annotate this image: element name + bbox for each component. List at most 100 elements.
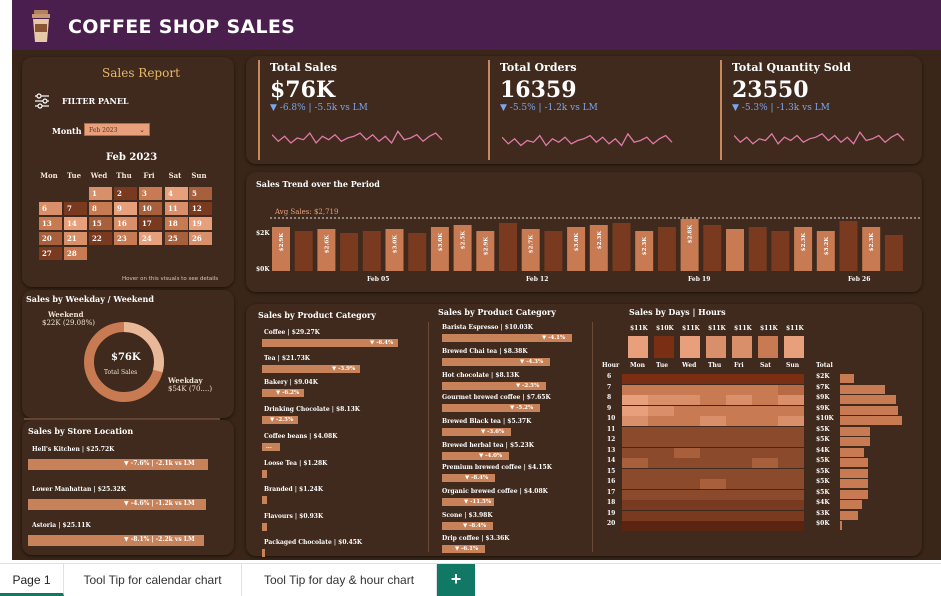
heatmap-cell[interactable]: [700, 468, 726, 479]
heatmap-cell[interactable]: [778, 489, 804, 500]
heatmap-cell[interactable]: [700, 384, 726, 395]
heatmap-cell[interactable]: [752, 405, 778, 416]
heatmap-cell[interactable]: [726, 489, 752, 500]
heatmap-cell[interactable]: [700, 521, 726, 531]
heatmap-total-bar[interactable]: [840, 416, 902, 425]
heatmap-cell[interactable]: [674, 458, 700, 468]
heatmap-total-bar[interactable]: [840, 426, 870, 436]
heatmap-cell[interactable]: [700, 395, 726, 405]
heatmap-cell[interactable]: [674, 479, 700, 489]
calendar-day-cell[interactable]: 4: [165, 187, 188, 200]
heatmap-total-bar[interactable]: [840, 437, 870, 446]
heatmap-cell[interactable]: [726, 374, 752, 384]
heatmap-cell[interactable]: [778, 510, 804, 521]
trend-bar[interactable]: [748, 227, 767, 271]
heatmap-cell[interactable]: [674, 468, 700, 479]
heatmap-cell[interactable]: [778, 374, 804, 384]
heatmap-cell[interactable]: [674, 489, 700, 500]
trend-bar[interactable]: [839, 221, 858, 271]
heatmap-cell[interactable]: [778, 500, 804, 510]
heatmap-total-bar[interactable]: [840, 479, 868, 488]
trend-bar[interactable]: [408, 233, 427, 271]
heatmap-cell[interactable]: [648, 437, 674, 447]
heatmap-cell[interactable]: [622, 426, 648, 437]
heatmap-cell[interactable]: [622, 500, 648, 510]
calendar-day-cell[interactable]: 14: [64, 217, 87, 230]
trend-bar[interactable]: [612, 223, 631, 271]
heatmap-cell[interactable]: [726, 384, 752, 395]
heatmap-total-bar[interactable]: [840, 489, 868, 499]
calendar-day-cell[interactable]: 21: [64, 232, 87, 245]
heatmap-cell[interactable]: [726, 468, 752, 479]
heatmap-cell[interactable]: [700, 374, 726, 384]
calendar-day-cell[interactable]: 20: [39, 232, 62, 245]
tab-calendar-tooltip[interactable]: Tool Tip for calendar chart: [64, 564, 242, 596]
heatmap-cell[interactable]: [700, 426, 726, 437]
category-bar[interactable]: [262, 496, 267, 504]
heatmap-total-bar[interactable]: [840, 458, 868, 467]
calendar-day-cell[interactable]: 8: [89, 202, 112, 215]
heatmap-cell[interactable]: [778, 521, 804, 531]
heatmap-cell[interactable]: [622, 458, 648, 468]
heatmap-cell[interactable]: [622, 521, 648, 531]
heatmap-total-bar[interactable]: [840, 500, 862, 509]
heatmap-cell[interactable]: [778, 458, 804, 468]
heatmap-cell[interactable]: [726, 510, 752, 521]
heatmap-cell[interactable]: [752, 521, 778, 531]
heatmap-cell[interactable]: [648, 426, 674, 437]
heatmap-cell[interactable]: [674, 416, 700, 426]
trend-bar[interactable]: [294, 231, 313, 271]
heatmap-cell[interactable]: [726, 447, 752, 458]
heatmap-cell[interactable]: [778, 384, 804, 395]
heatmap-cell[interactable]: [778, 405, 804, 416]
heatmap-cell[interactable]: [752, 489, 778, 500]
heatmap-total-bar[interactable]: [840, 447, 864, 457]
calendar-day-cell[interactable]: 24: [139, 232, 162, 245]
heatmap-cell[interactable]: [648, 405, 674, 416]
heatmap-cell[interactable]: [674, 510, 700, 521]
trend-bar[interactable]: [884, 235, 903, 271]
calendar-day-cell[interactable]: 16: [114, 217, 137, 230]
tab-day-hour-tooltip[interactable]: Tool Tip for day & hour chart: [242, 564, 437, 596]
heatmap-cell[interactable]: [622, 395, 648, 405]
heatmap-cell[interactable]: [648, 479, 674, 489]
heatmap-cell[interactable]: [674, 374, 700, 384]
heatmap-cell[interactable]: [622, 416, 648, 426]
day-sales-bar[interactable]: [706, 336, 726, 358]
category-bar[interactable]: [262, 523, 267, 531]
heatmap-cell[interactable]: [648, 416, 674, 426]
heatmap-cell[interactable]: [622, 447, 648, 458]
heatmap-cell[interactable]: [700, 437, 726, 447]
calendar-day-cell[interactable]: 22: [89, 232, 112, 245]
heatmap-cell[interactable]: [778, 468, 804, 479]
calendar-day-cell[interactable]: 7: [64, 202, 87, 215]
calendar-day-cell[interactable]: 12: [189, 202, 212, 215]
trend-bar[interactable]: [771, 231, 790, 271]
heatmap-cell[interactable]: [700, 479, 726, 489]
day-sales-bar[interactable]: [654, 336, 674, 358]
heatmap-cell[interactable]: [674, 437, 700, 447]
trend-bar[interactable]: [726, 229, 744, 271]
heatmap-cell[interactable]: [622, 479, 648, 489]
calendar-day-cell[interactable]: 10: [139, 202, 162, 215]
heatmap-cell[interactable]: [700, 405, 726, 416]
heatmap-cell[interactable]: [622, 384, 648, 395]
heatmap-cell[interactable]: [752, 479, 778, 489]
heatmap-cell[interactable]: [648, 468, 674, 479]
heatmap-cell[interactable]: [648, 395, 674, 405]
heatmap-cell[interactable]: [648, 521, 674, 531]
day-sales-bar[interactable]: [628, 336, 648, 358]
calendar-day-cell[interactable]: 5: [189, 187, 212, 200]
heatmap-cell[interactable]: [778, 447, 804, 458]
heatmap-cell[interactable]: [674, 426, 700, 437]
heatmap-cell[interactable]: [752, 500, 778, 510]
day-sales-bar[interactable]: [758, 336, 778, 358]
heatmap-cell[interactable]: [648, 489, 674, 500]
heatmap-total-bar[interactable]: [840, 395, 896, 404]
calendar-day-cell[interactable]: 3: [139, 187, 162, 200]
heatmap-cell[interactable]: [648, 384, 674, 395]
heatmap-cell[interactable]: [726, 395, 752, 405]
heatmap-total-bar[interactable]: [840, 468, 868, 478]
trend-bar[interactable]: [499, 223, 517, 271]
category-bar[interactable]: [262, 549, 265, 557]
